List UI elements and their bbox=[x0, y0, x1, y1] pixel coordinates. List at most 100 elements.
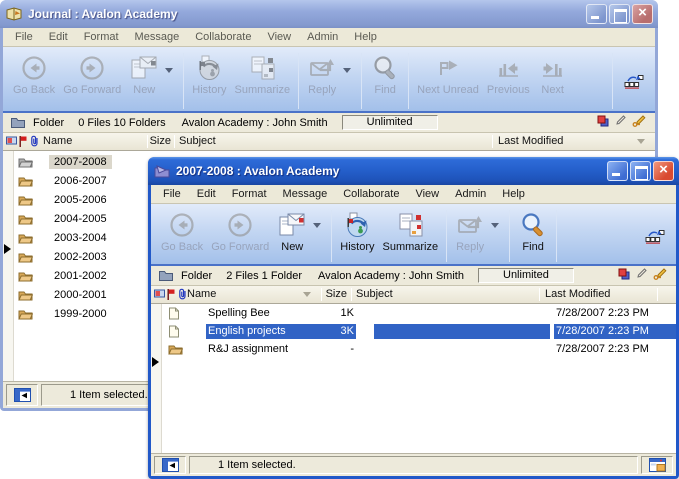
dropdown-arrow-icon[interactable] bbox=[165, 68, 173, 73]
pane-expand-arrow-icon[interactable] bbox=[152, 357, 159, 367]
toolbar-separator bbox=[612, 53, 613, 109]
toolbar-button-label: Summarize bbox=[235, 84, 291, 96]
column-header-last-modified[interactable]: Last Modified bbox=[545, 288, 610, 300]
column-divider[interactable] bbox=[492, 135, 493, 148]
table-row[interactable]: English projects3K7/28/2007 2:23 PM bbox=[162, 323, 676, 341]
menu-edit[interactable]: Edit bbox=[41, 30, 76, 44]
new-icon bbox=[277, 210, 307, 240]
column-divider[interactable] bbox=[539, 288, 540, 301]
pane-toggle-icon[interactable] bbox=[6, 384, 38, 406]
reply-icon bbox=[455, 210, 485, 240]
document-column-icon bbox=[154, 289, 165, 301]
titlebar[interactable]: Journal : Avalon Academy bbox=[0, 0, 658, 28]
pane-toggle-icon[interactable] bbox=[154, 456, 186, 474]
menu-admin[interactable]: Admin bbox=[447, 187, 494, 201]
menu-admin[interactable]: Admin bbox=[299, 30, 346, 44]
minimize-button[interactable] bbox=[607, 161, 628, 181]
toolbar-button-label: Next Unread bbox=[417, 84, 479, 96]
menu-bar: FileEditFormatMessageCollaborateViewAdmi… bbox=[3, 28, 655, 47]
column-divider[interactable] bbox=[351, 288, 352, 301]
dropdown-arrow-icon[interactable] bbox=[491, 223, 499, 228]
menu-collaborate[interactable]: Collaborate bbox=[187, 30, 259, 44]
summarize-icon bbox=[247, 53, 277, 83]
toolbar-button-label: Reply bbox=[308, 84, 336, 96]
connections-button[interactable] bbox=[617, 64, 651, 98]
menu-bar: FileEditFormatMessageCollaborateViewAdmi… bbox=[151, 185, 676, 204]
item-counts: 2 Files 1 Folder bbox=[226, 270, 302, 282]
document-column-icon bbox=[6, 136, 17, 148]
journal-icon[interactable] bbox=[6, 7, 22, 21]
summarize-button[interactable]: Summarize bbox=[379, 208, 443, 255]
new-button[interactable]: New bbox=[273, 208, 311, 255]
column-header-name[interactable]: Name bbox=[187, 288, 216, 300]
quota-box: Unlimited bbox=[342, 115, 438, 130]
pencil-icon bbox=[615, 115, 626, 130]
folder-2007-2008-window[interactable]: 2007-2008 : Avalon Academy FileEditForma… bbox=[148, 157, 679, 479]
menu-format[interactable]: Format bbox=[224, 187, 275, 201]
find-button[interactable]: Find bbox=[514, 208, 552, 255]
close-button[interactable] bbox=[653, 161, 674, 181]
menu-help[interactable]: Help bbox=[346, 30, 385, 44]
menu-file[interactable]: File bbox=[155, 187, 189, 201]
column-divider[interactable] bbox=[657, 288, 658, 301]
column-header-size[interactable]: Size bbox=[321, 288, 347, 300]
toolbar-separator bbox=[361, 53, 362, 109]
menu-format[interactable]: Format bbox=[76, 30, 127, 44]
dropdown-arrow-icon[interactable] bbox=[313, 223, 321, 228]
maximize-button[interactable] bbox=[630, 161, 651, 181]
toolbar-button-label: Summarize bbox=[383, 241, 439, 253]
cell-size: - bbox=[314, 342, 356, 357]
toolbar-separator bbox=[408, 53, 409, 109]
pencil-icon bbox=[636, 268, 647, 283]
location-icon[interactable] bbox=[641, 456, 673, 474]
summarize-button: Summarize bbox=[231, 51, 295, 98]
next-unread-button: Next Unread bbox=[413, 51, 483, 98]
go-back-button: Go Back bbox=[9, 51, 59, 98]
column-divider[interactable] bbox=[174, 135, 175, 148]
new-button: New bbox=[125, 51, 163, 98]
folder-name: 1999-2000 bbox=[49, 307, 112, 321]
history-button[interactable]: History bbox=[336, 208, 378, 255]
toolbar-button-label: Next bbox=[541, 84, 564, 96]
document-icon bbox=[168, 325, 180, 340]
folder-window-icon[interactable] bbox=[154, 164, 170, 178]
column-header-subject[interactable]: Subject bbox=[356, 288, 393, 300]
find-icon bbox=[370, 53, 400, 83]
menu-collaborate[interactable]: Collaborate bbox=[335, 187, 407, 201]
dropdown-arrow-icon[interactable] bbox=[343, 68, 351, 73]
maximize-button[interactable] bbox=[609, 4, 630, 24]
sort-arrow-icon[interactable] bbox=[303, 292, 311, 297]
menu-message[interactable]: Message bbox=[127, 30, 188, 44]
pane-expand-arrow-icon[interactable] bbox=[4, 244, 11, 254]
status-bar: 1 Item selected. bbox=[151, 453, 676, 476]
menu-view[interactable]: View bbox=[407, 187, 447, 201]
table-row[interactable]: Spelling Bee1K7/28/2007 2:23 PM bbox=[162, 305, 676, 323]
menu-help[interactable]: Help bbox=[494, 187, 533, 201]
close-button[interactable] bbox=[632, 4, 653, 24]
attachment-column-icon bbox=[30, 135, 39, 150]
menu-edit[interactable]: Edit bbox=[189, 187, 224, 201]
column-header-last-modified[interactable]: Last Modified bbox=[498, 135, 563, 147]
menu-message[interactable]: Message bbox=[275, 187, 336, 201]
column-header-size[interactable]: Size bbox=[147, 135, 171, 147]
column-header-subject[interactable]: Subject bbox=[179, 135, 216, 147]
sort-arrow-icon[interactable] bbox=[637, 139, 645, 144]
folder-label: Folder bbox=[33, 117, 64, 129]
pencil-key-icon bbox=[632, 115, 647, 130]
titlebar[interactable]: 2007-2008 : Avalon Academy bbox=[148, 157, 679, 185]
toolbar-button-label: Find bbox=[522, 241, 543, 253]
folder-open-icon bbox=[18, 308, 34, 320]
connections-button[interactable] bbox=[638, 219, 672, 253]
toolbar-separator bbox=[509, 210, 510, 262]
flag-column-icon bbox=[167, 289, 175, 303]
toolbar-separator bbox=[556, 210, 557, 262]
column-header-name[interactable]: Name bbox=[43, 135, 72, 147]
menu-view[interactable]: View bbox=[259, 30, 299, 44]
minimize-button[interactable] bbox=[586, 4, 607, 24]
folder-open-icon bbox=[18, 232, 34, 244]
folder-open-icon bbox=[18, 251, 34, 263]
toolbar-button-label: Go Back bbox=[13, 84, 55, 96]
menu-file[interactable]: File bbox=[7, 30, 41, 44]
toolbar-button-label: History bbox=[340, 241, 374, 253]
table-row[interactable]: R&J assignment-7/28/2007 2:23 PM bbox=[162, 341, 676, 359]
